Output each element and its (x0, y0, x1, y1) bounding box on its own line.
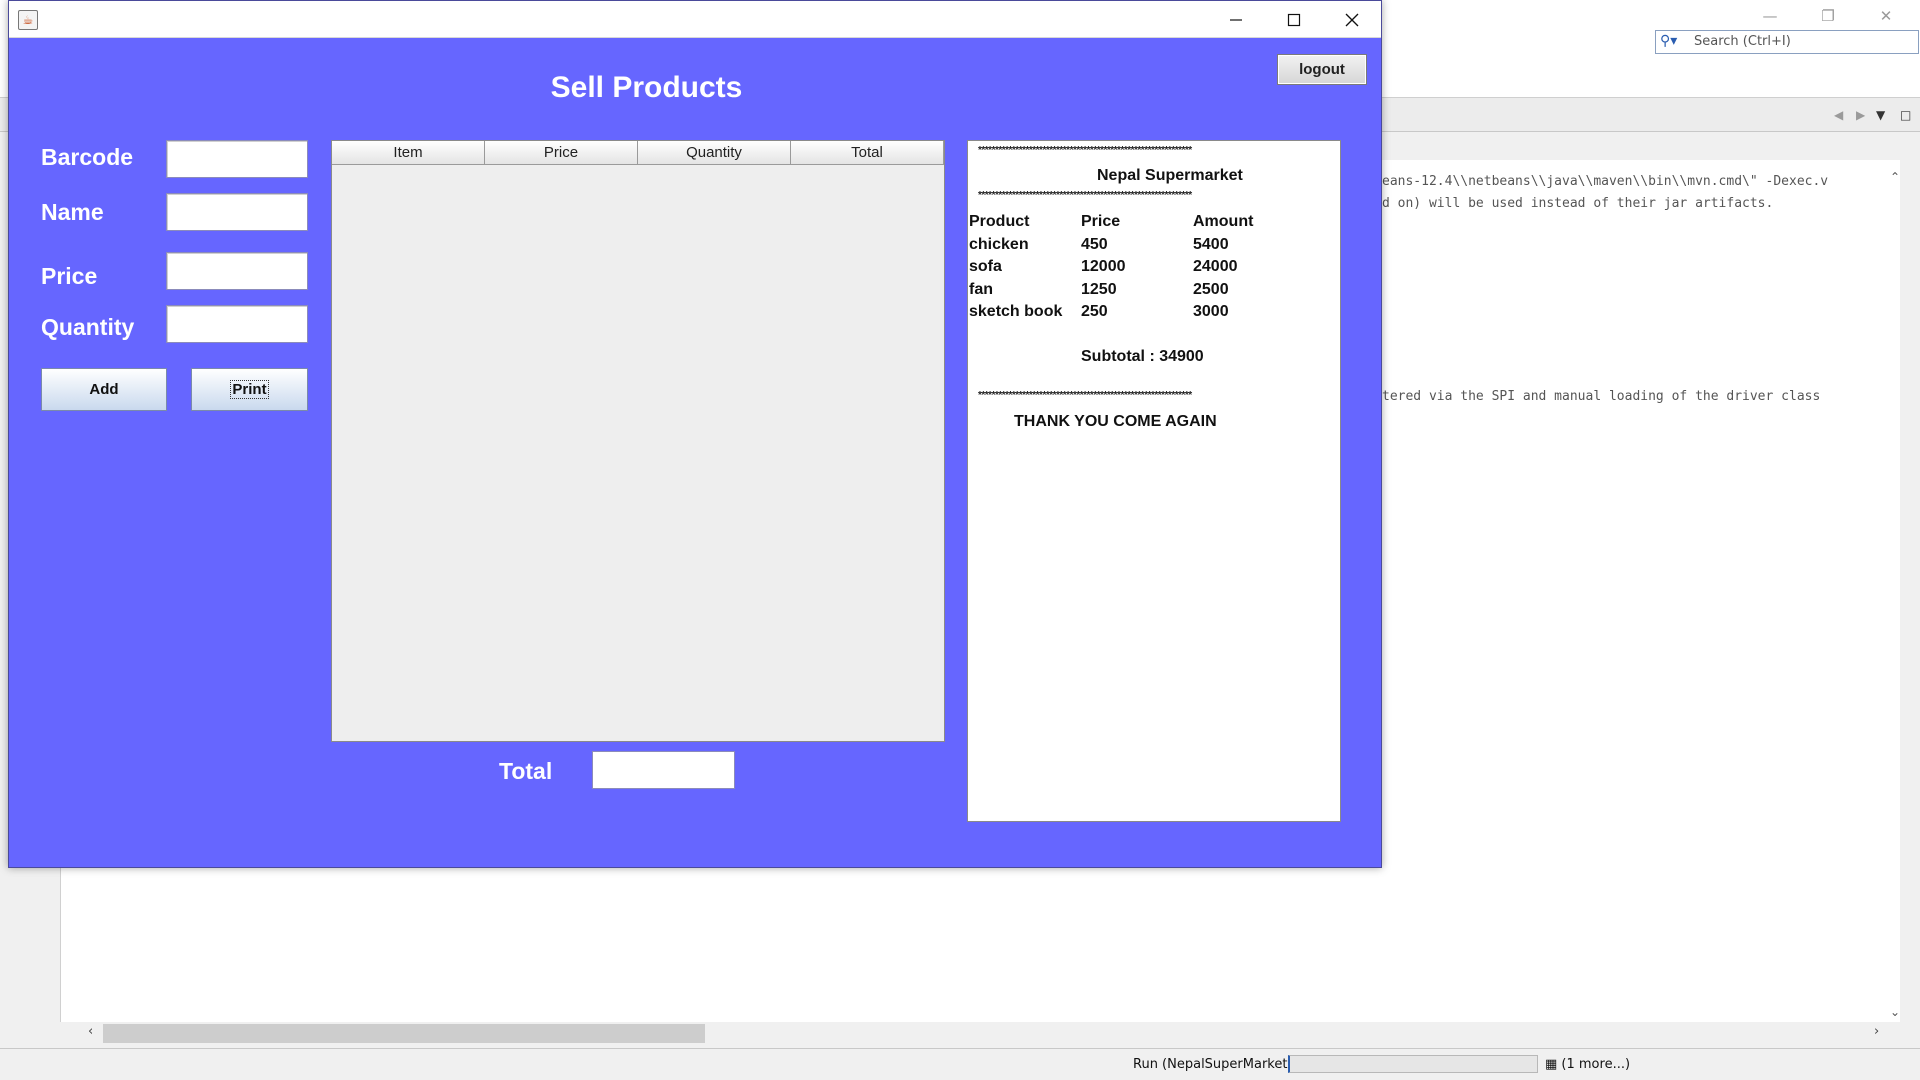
status-run-label: Run (NepalSuperMarket) (1133, 1057, 1293, 1072)
receipt-row-product: sketch book (969, 303, 1063, 320)
maximize-panel-icon[interactable]: □ (1900, 108, 1911, 122)
status-more-tasks[interactable]: ▦ (1 more...) (1545, 1057, 1630, 1072)
ide-close-icon[interactable]: ✕ (1866, 4, 1906, 28)
receipt-separator: ****************************************… (978, 146, 1192, 156)
receipt-header-amount: Amount (1193, 213, 1254, 230)
table-header: Item Price Quantity Total (332, 141, 944, 165)
receipt-row-product: sofa (969, 258, 1002, 275)
receipt-row-product: chicken (969, 236, 1029, 253)
scrollbar-thumb[interactable] (103, 1024, 705, 1043)
progress-bar[interactable] (1288, 1055, 1538, 1073)
print-button-label: Print (230, 380, 269, 399)
minimize-icon[interactable] (1207, 1, 1265, 38)
output-line: d on) will be used instead of their jar … (1382, 196, 1774, 211)
name-field[interactable] (166, 193, 308, 231)
receipt-panel: ****************************************… (967, 140, 1341, 822)
scroll-right-icon[interactable]: ▶ (1856, 108, 1865, 122)
quantity-field[interactable] (166, 305, 308, 343)
logout-button[interactable]: logout (1277, 54, 1367, 85)
receipt-header-price: Price (1081, 213, 1121, 230)
receipt-separator: ****************************************… (978, 191, 1192, 201)
receipt-store-name: Nepal Supermarket (1097, 167, 1243, 184)
output-line: tered via the SPI and manual loading of … (1382, 389, 1821, 404)
maximize-icon[interactable] (1265, 1, 1323, 38)
column-header-total[interactable]: Total (791, 141, 944, 165)
column-header-quantity[interactable]: Quantity (638, 141, 791, 165)
total-field[interactable] (592, 751, 735, 789)
scroll-up-icon[interactable]: ⌃ (1890, 170, 1900, 184)
receipt-row-amount: 24000 (1193, 258, 1238, 275)
items-table[interactable]: Item Price Quantity Total (331, 140, 945, 742)
receipt-row-amount: 5400 (1193, 236, 1229, 253)
receipt-row-amount: 2500 (1193, 281, 1229, 298)
name-label: Name (41, 199, 104, 225)
receipt-row-price: 1250 (1081, 281, 1117, 298)
receipt-footer: THANK YOU COME AGAIN (1014, 413, 1217, 430)
receipt-subtotal: Subtotal : 34900 (1081, 348, 1204, 365)
price-label: Price (41, 263, 98, 289)
ide-search-input[interactable]: Search (Ctrl+I) (1655, 30, 1919, 54)
page-title: Sell Products (550, 71, 743, 104)
receipt-row-product: fan (969, 281, 993, 298)
barcode-label: Barcode (41, 144, 134, 170)
scroll-left-icon[interactable]: ‹ (88, 1024, 93, 1039)
search-icon[interactable]: ⚲▾ (1660, 33, 1690, 51)
print-button[interactable]: Print (191, 368, 308, 411)
receipt-row-price: 12000 (1081, 258, 1126, 275)
column-header-item[interactable]: Item (332, 141, 485, 165)
receipt-separator: ****************************************… (978, 391, 1192, 401)
scroll-right-icon[interactable]: › (1874, 1024, 1879, 1039)
close-icon[interactable] (1323, 1, 1381, 38)
scroll-down-icon[interactable]: ⌄ (1890, 1005, 1900, 1019)
receipt-header-product: Product (969, 213, 1030, 230)
total-label: Total (499, 758, 553, 784)
status-more-label: (1 more...) (1561, 1057, 1631, 1072)
dropdown-icon[interactable]: ▼ (1876, 108, 1885, 122)
output-line: eans-12.4\\netbeans\\java\\maven\\bin\\m… (1382, 174, 1829, 189)
price-field[interactable] (166, 252, 308, 290)
ide-restore-icon[interactable]: ❐ (1808, 4, 1848, 28)
column-header-price[interactable]: Price (485, 141, 638, 165)
ide-minimize-icon[interactable]: — (1750, 4, 1790, 28)
status-bar (0, 1048, 1920, 1080)
java-app-icon: ☕ (18, 10, 38, 30)
receipt-row-price: 450 (1081, 236, 1108, 253)
receipt-row-price: 250 (1081, 303, 1108, 320)
sell-products-window: ☕ Sell Products logout Barcode Name Pric… (8, 0, 1382, 868)
receipt-row-amount: 3000 (1193, 303, 1229, 320)
title-bar: ☕ (9, 1, 1381, 38)
scroll-left-icon[interactable]: ◀ (1834, 108, 1843, 122)
quantity-label: Quantity (41, 314, 135, 340)
barcode-field[interactable] (166, 140, 308, 178)
add-button[interactable]: Add (41, 368, 167, 411)
